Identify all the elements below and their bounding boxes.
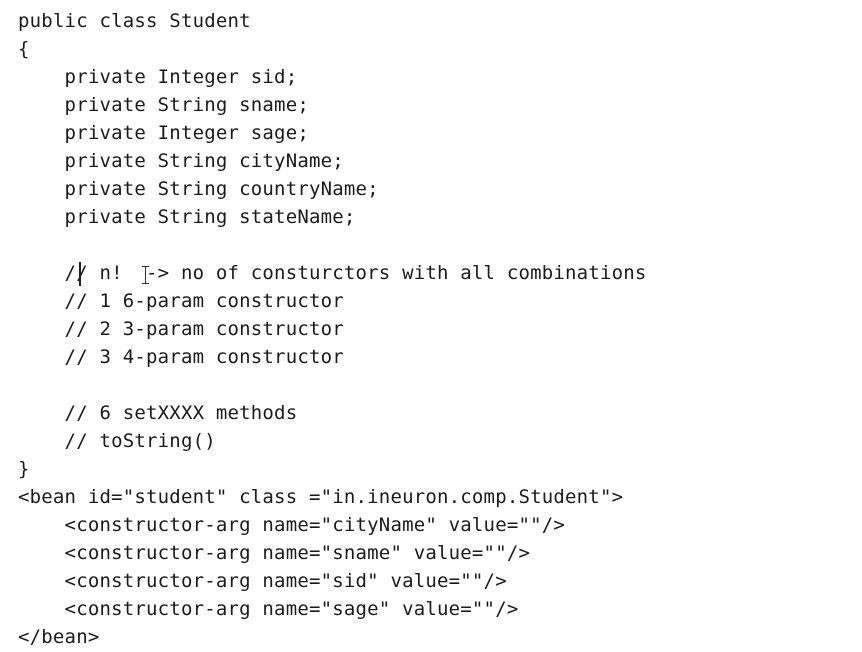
code-line: // 1 6-param constructor xyxy=(18,290,344,312)
code-line: private String sname; xyxy=(18,94,309,116)
code-line: <constructor-arg name="cityName" value="… xyxy=(18,514,566,536)
code-line: private String cityName; xyxy=(18,150,344,172)
ibeam-cursor-icon xyxy=(141,264,151,286)
code-line: // 6 setXXXX methods xyxy=(18,402,298,424)
code-line: private String stateName; xyxy=(18,206,356,228)
code-line: <bean id="student" class ="in.ineuron.co… xyxy=(18,486,624,508)
code-line: // n! -> no of consturctors with all com… xyxy=(18,262,647,284)
code-line: <constructor-arg name="sid" value=""/> xyxy=(18,570,507,592)
code-line: <constructor-arg name="sage" value=""/> xyxy=(18,598,519,620)
code-line: } xyxy=(18,458,30,480)
code-line: private String countryName; xyxy=(18,178,379,200)
code-editor[interactable]: public class Student { private Integer s… xyxy=(0,0,862,652)
code-line: // 2 3-param constructor xyxy=(18,318,344,340)
code-line: private Integer sid; xyxy=(18,66,298,88)
code-line: private Integer sage; xyxy=(18,122,309,144)
code-line: // toString() xyxy=(18,430,216,452)
code-line: </bean> xyxy=(18,626,100,648)
code-line: { xyxy=(18,38,30,60)
code-line: public class Student xyxy=(18,10,251,32)
text-caret xyxy=(79,262,81,286)
code-line: // 3 4-param constructor xyxy=(18,346,344,368)
code-line: <constructor-arg name="sname" value=""/> xyxy=(18,542,531,564)
